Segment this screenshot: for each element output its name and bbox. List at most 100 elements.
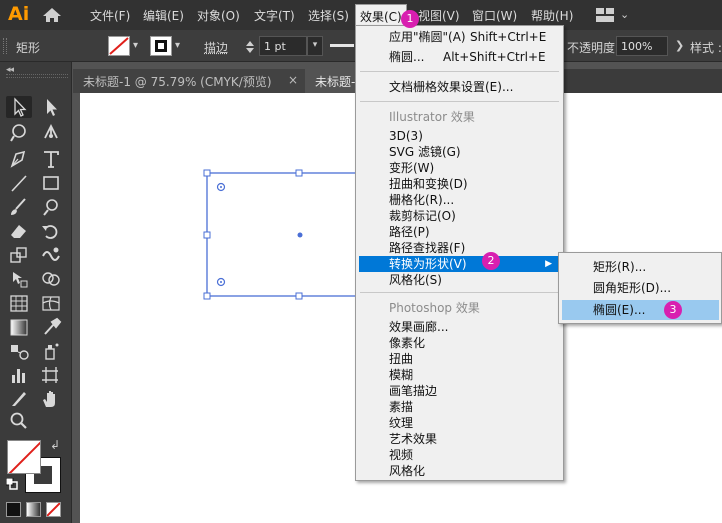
opacity-input[interactable] xyxy=(616,36,668,56)
menu-help[interactable]: 帮助(H) xyxy=(531,7,573,24)
document-tab[interactable]: 未标题-1 @ 75.79% (CMYK/预览) xyxy=(73,69,305,93)
warp-icon[interactable] xyxy=(38,244,64,266)
free-transform-icon[interactable] xyxy=(6,268,32,290)
menu-view[interactable]: 视图(V) xyxy=(418,7,460,24)
style-label: 样式 : xyxy=(690,41,722,55)
menu-item-label: 转换为形状(V) xyxy=(389,257,467,271)
selection-tool-icon[interactable] xyxy=(6,96,32,118)
home-icon[interactable] xyxy=(42,7,62,23)
menu-file[interactable]: 文件(F) xyxy=(90,7,130,24)
zoom-icon[interactable] xyxy=(6,410,32,432)
chevron-down-icon[interactable]: ▾ xyxy=(175,40,180,51)
menu-item-blur[interactable]: 模糊 xyxy=(359,367,560,383)
fill-color-swatch[interactable] xyxy=(7,440,41,474)
menu-item-effect-gallery[interactable]: 效果画廊... xyxy=(359,319,560,335)
stroke-profile-preview[interactable] xyxy=(330,44,354,47)
menu-item-distort-transform[interactable]: 扭曲和变换(D) xyxy=(359,176,560,192)
perspective-grid-icon[interactable] xyxy=(6,292,32,314)
menu-item-crop-marks[interactable]: 裁剪标记(O) xyxy=(359,208,560,224)
menu-item-svg-filters[interactable]: SVG 滤镜(G) xyxy=(359,144,560,160)
panel-grip[interactable] xyxy=(3,38,7,54)
menu-item-brush-strokes[interactable]: 画笔描边 xyxy=(359,383,560,399)
type-tool-icon[interactable] xyxy=(38,148,64,170)
last-effect-item[interactable]: 椭圆... Alt+Shift+Ctrl+E xyxy=(359,49,560,65)
document-raster-settings-item[interactable]: 文档栅格效果设置(E)... xyxy=(359,79,560,95)
stepper-arrows-icon[interactable] xyxy=(245,41,255,53)
pen-tool-icon[interactable] xyxy=(6,148,32,170)
none-fill-icon xyxy=(8,441,40,473)
stroke-weight-dropdown[interactable]: ▾ xyxy=(307,36,323,56)
panel-grip[interactable] xyxy=(6,74,68,78)
menu-select[interactable]: 选择(S) xyxy=(308,7,349,24)
default-colors-icon[interactable] xyxy=(6,478,18,490)
none-mode-button[interactable] xyxy=(46,502,61,517)
selection-type-label: 矩形 xyxy=(16,41,41,55)
menu-item-rasterize[interactable]: 栅格化(R)... xyxy=(359,192,560,208)
menu-effect[interactable]: 效果(C) xyxy=(355,4,407,26)
chevron-right-icon[interactable]: ❯ xyxy=(675,39,684,52)
fill-color-swatch[interactable] xyxy=(108,36,130,56)
stroke-weight-input[interactable] xyxy=(259,36,307,56)
menu-separator xyxy=(360,292,559,293)
menu-item-convert-to-shape[interactable]: 转换为形状(V) ▶ xyxy=(359,256,560,272)
illustrator-effects-header: Illustrator 效果 xyxy=(389,110,475,124)
menu-type[interactable]: 文字(T) xyxy=(254,7,295,24)
step-badge-1: 1 xyxy=(401,10,419,28)
chevron-down-icon[interactable]: ▾ xyxy=(133,40,138,51)
submenu-item-rectangle[interactable]: 矩形(R)... xyxy=(562,257,719,277)
tab-title: 未标题-1 @ 75.79% (CMYK/预览) xyxy=(83,75,272,89)
menu-object[interactable]: 对象(O) xyxy=(197,7,240,24)
menu-item-artistic[interactable]: 艺术效果 xyxy=(359,431,560,447)
menu-edit[interactable]: 编辑(E) xyxy=(143,7,184,24)
stroke-color-swatch[interactable] xyxy=(150,36,172,56)
menu-item-distort[interactable]: 扭曲 xyxy=(359,351,560,367)
eraser-icon[interactable] xyxy=(6,220,32,242)
submenu-arrow-icon: ▶ xyxy=(545,259,552,269)
step-badge-3: 3 xyxy=(664,301,682,319)
menu-item-sketch[interactable]: 素描 xyxy=(359,399,560,415)
apply-last-effect-item[interactable]: 应用"椭圆"(A) Shift+Ctrl+E xyxy=(359,29,560,45)
menu-item-warp[interactable]: 变形(W) xyxy=(359,160,560,176)
blend-icon[interactable] xyxy=(6,340,32,362)
menu-item-pixelate[interactable]: 像素化 xyxy=(359,335,560,351)
gradient-icon[interactable] xyxy=(6,316,32,338)
menu-item-video[interactable]: 视频 xyxy=(359,447,560,463)
menu-separator xyxy=(360,101,559,102)
gradient-mode-button[interactable] xyxy=(26,502,41,517)
artboard-icon[interactable] xyxy=(38,364,64,386)
menu-item-pathfinder[interactable]: 路径查找器(F) xyxy=(359,240,560,256)
shape-builder-icon[interactable] xyxy=(38,268,64,290)
submenu-item-ellipse[interactable]: 椭圆(E)... xyxy=(562,300,719,320)
menu-item-texture[interactable]: 纹理 xyxy=(359,415,560,431)
lasso-icon[interactable] xyxy=(38,122,64,144)
paintbrush-icon[interactable] xyxy=(6,196,32,218)
eyedropper-icon[interactable] xyxy=(38,316,64,338)
menu-item-stylize-ps[interactable]: 风格化 xyxy=(359,463,560,479)
color-mode-button[interactable] xyxy=(6,502,21,517)
chevron-down-icon[interactable]: ⌄ xyxy=(620,8,629,21)
menu-item-stylize[interactable]: 风格化(S) xyxy=(359,272,560,288)
submenu-item-rounded-rectangle[interactable]: 圆角矩形(D)... xyxy=(562,278,719,298)
graph-icon[interactable] xyxy=(6,364,32,386)
menu-window[interactable]: 窗口(W) xyxy=(472,7,517,24)
rectangle-tool-icon[interactable] xyxy=(38,172,64,194)
opacity-label: 不透明度 : xyxy=(567,41,623,55)
menu-item-3d[interactable]: 3D(3) xyxy=(359,128,560,144)
scale-icon[interactable] xyxy=(6,244,32,266)
magic-wand-icon[interactable] xyxy=(6,122,32,144)
line-tool-icon[interactable] xyxy=(6,172,32,194)
slice-icon[interactable] xyxy=(6,388,32,410)
hand-icon[interactable] xyxy=(38,388,64,410)
symbol-sprayer-icon[interactable] xyxy=(38,340,64,362)
close-icon[interactable]: × xyxy=(288,73,298,87)
fill-stroke-controls: ↲ xyxy=(4,436,64,496)
rotate-icon[interactable] xyxy=(38,220,64,242)
shaper-icon[interactable] xyxy=(38,196,64,218)
mesh-icon[interactable] xyxy=(38,292,64,314)
stroke-label[interactable]: 描边 xyxy=(204,39,228,56)
swap-fill-stroke-icon[interactable]: ↲ xyxy=(50,438,60,452)
menu-item-path[interactable]: 路径(P) xyxy=(359,224,560,240)
direct-selection-tool-icon[interactable] xyxy=(38,96,64,118)
workspace-grid-icon[interactable] xyxy=(596,8,614,22)
step-badge-2: 2 xyxy=(482,252,500,270)
